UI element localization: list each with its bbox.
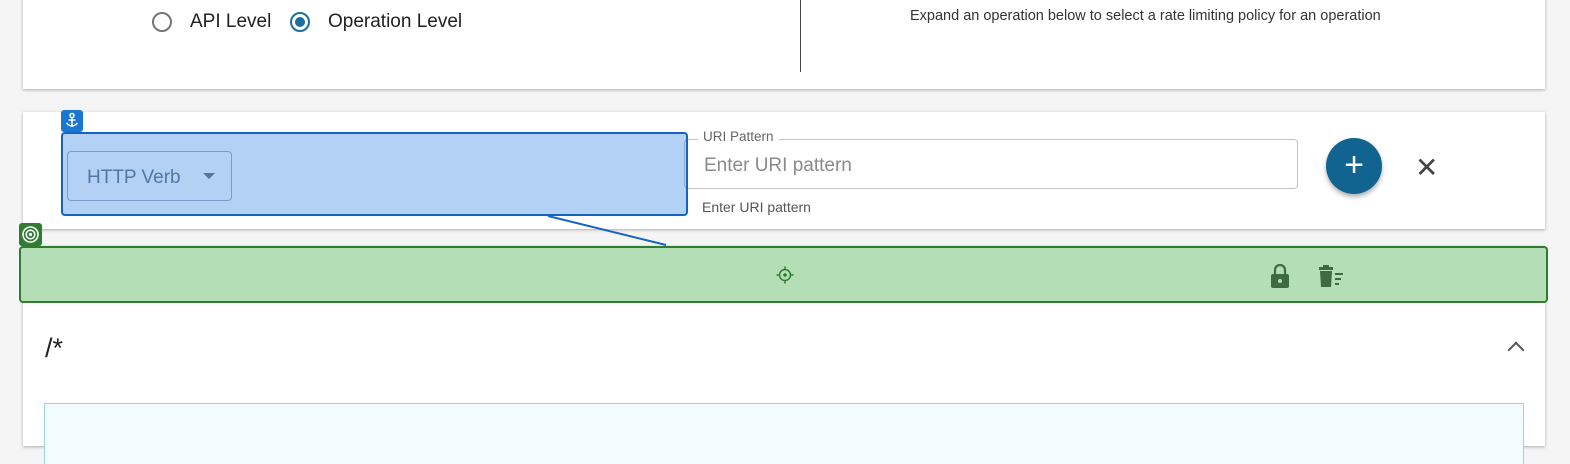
operation-level-label[interactable]: Operation Level: [328, 11, 462, 33]
vertical-divider: [800, 0, 801, 72]
operation-info-box: [44, 403, 1524, 464]
target-icon: [22, 226, 39, 243]
rate-limit-card: API Level Operation Level Expand an oper…: [23, 0, 1545, 89]
lock-icon[interactable]: [1269, 263, 1291, 289]
green-highlight-tag: [19, 223, 42, 246]
add-operation-button[interactable]: +: [1326, 138, 1382, 194]
blue-highlight-tag: [61, 110, 83, 132]
green-highlight-overlay: [19, 246, 1548, 303]
operation-level-radio[interactable]: [290, 12, 310, 32]
chevron-up-icon[interactable]: [1507, 341, 1525, 359]
api-level-radio[interactable]: [152, 12, 172, 32]
blue-highlight-overlay: [61, 132, 688, 216]
radio-selected-dot: [295, 17, 305, 27]
uri-pattern-legend: URI Pattern: [698, 129, 779, 144]
operation-rate-limit-info: Expand an operation below to select a ra…: [910, 8, 1381, 24]
uri-pattern-field[interactable]: [684, 139, 1298, 189]
close-icon[interactable]: ✕: [1415, 154, 1438, 182]
uri-pattern-input[interactable]: [702, 152, 1286, 180]
crosshair-icon: [776, 266, 794, 284]
operation-path[interactable]: /*: [45, 333, 63, 364]
delete-sweep-icon[interactable]: [1317, 265, 1345, 289]
anchor-icon: [65, 112, 79, 127]
api-level-label[interactable]: API Level: [190, 11, 271, 33]
uri-pattern-helper-text: Enter URI pattern: [702, 199, 811, 215]
